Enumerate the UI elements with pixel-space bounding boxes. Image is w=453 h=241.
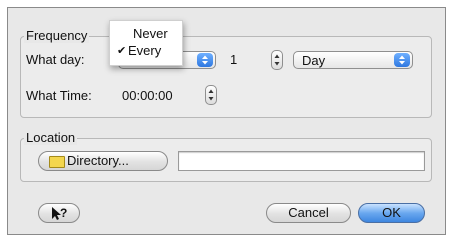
popup-arrows-icon [197, 53, 213, 67]
directory-button[interactable]: Directory... [38, 151, 168, 171]
location-legend: Location [24, 130, 78, 145]
ok-button[interactable]: OK [358, 203, 425, 223]
dialog: Frequency What day: 1 Day What Time: 00:… [7, 7, 446, 235]
help-button[interactable]: ? [38, 203, 80, 223]
time-stepper[interactable] [205, 85, 217, 105]
menu-item-every[interactable]: ✔ Every [110, 43, 182, 61]
menu-item-label: Every [128, 43, 162, 58]
svg-text:?: ? [60, 206, 67, 220]
what-time-label: What Time: [26, 88, 92, 103]
cancel-button[interactable]: Cancel [266, 203, 351, 223]
frequency-mode-menu: Never ✔ Every [109, 20, 183, 66]
folder-icon [49, 156, 65, 168]
what-day-label: What day: [26, 52, 85, 67]
popup-arrows-icon [394, 53, 410, 67]
check-icon: ✔ [117, 45, 127, 57]
day-count-stepper[interactable] [271, 50, 283, 70]
directory-path-field[interactable] [178, 151, 425, 171]
help-icon: ? [52, 206, 67, 220]
time-field[interactable]: 00:00:00 [118, 86, 200, 106]
frequency-legend: Frequency [24, 28, 90, 43]
day-count-field[interactable]: 1 [226, 50, 264, 70]
unit-popup-value: Day [302, 53, 326, 68]
directory-button-label: Directory... [67, 153, 129, 168]
menu-item-label: Never [133, 26, 168, 41]
frequency-group [20, 36, 432, 118]
unit-popup[interactable]: Day [293, 51, 413, 69]
menu-item-never[interactable]: Never [110, 26, 182, 44]
